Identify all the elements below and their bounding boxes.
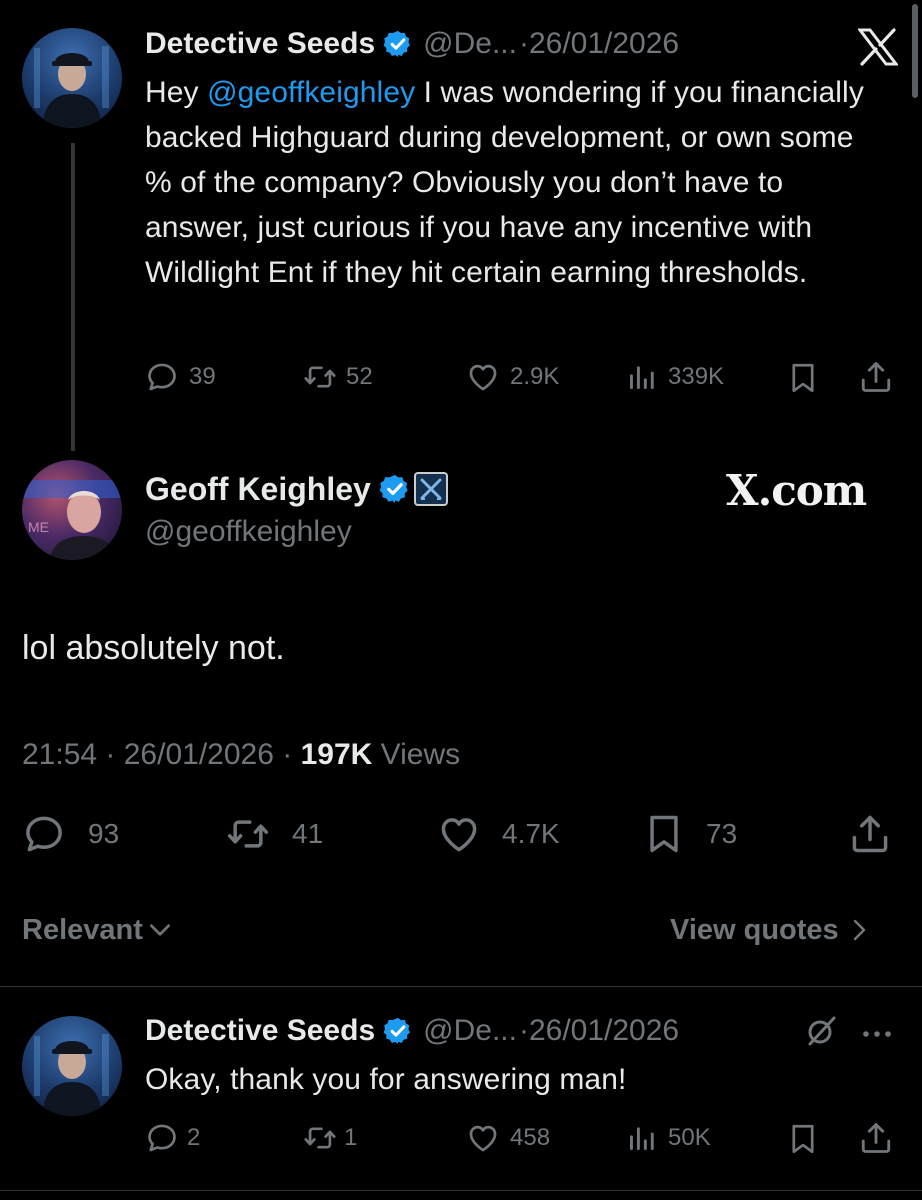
views-button[interactable]: 339K xyxy=(626,360,724,394)
chevron-right-icon xyxy=(853,919,865,941)
handle[interactable]: @De... xyxy=(423,1014,517,1048)
svg-text:ME: ME xyxy=(28,519,49,535)
bookmark-count: 73 xyxy=(706,818,738,849)
meta-separator: · xyxy=(97,738,124,771)
like-icon xyxy=(466,360,500,394)
bookmark-button[interactable] xyxy=(786,1121,820,1157)
divider xyxy=(0,1190,922,1191)
reply-icon xyxy=(145,360,179,394)
avatar[interactable] xyxy=(22,28,122,128)
verified-badge-icon xyxy=(383,1016,413,1046)
chevron-down-icon xyxy=(149,924,170,936)
timestamp[interactable]: 26/01/2026 xyxy=(529,1014,679,1048)
like-count: 4.7K xyxy=(502,818,560,849)
sort-label: Relevant xyxy=(22,914,143,946)
share-button[interactable] xyxy=(858,1119,894,1157)
like-count: 458 xyxy=(510,1124,551,1151)
tweet-text: lol absolutely not. xyxy=(22,629,285,667)
affiliate-badge-icon[interactable] xyxy=(413,472,448,506)
tweet-header: Detective Seeds @De... · 26/01/2026 xyxy=(145,24,679,64)
reply-text: Okay, thank you for answering man! xyxy=(145,1063,627,1096)
author-row: Geoff Keighley xyxy=(145,468,448,510)
thread-line xyxy=(71,143,75,451)
reply-header: Detective Seeds @De... · 26/01/2026 xyxy=(145,1010,679,1052)
repost-count: 1 xyxy=(344,1124,358,1151)
reply-count: 2 xyxy=(187,1124,201,1151)
separator: · xyxy=(518,1014,529,1047)
bookmark-button[interactable] xyxy=(786,360,820,396)
like-count: 2.9K xyxy=(510,363,560,390)
reply-button[interactable]: 2 xyxy=(145,1121,200,1155)
tweet-text: Hey @geoffkeighley I was wondering if yo… xyxy=(145,70,885,295)
like-icon xyxy=(436,812,482,856)
share-button[interactable] xyxy=(848,810,892,858)
verified-badge-icon xyxy=(383,29,413,59)
avatar[interactable] xyxy=(22,1016,122,1116)
timestamp[interactable]: 26/01/2026 xyxy=(529,27,679,61)
display-name[interactable]: Detective Seeds xyxy=(145,27,375,61)
views-count: 339K xyxy=(668,363,725,390)
views-icon xyxy=(626,360,658,394)
view-quotes-link[interactable]: View quotes xyxy=(670,910,871,950)
repost-button[interactable]: 1 xyxy=(302,1121,357,1155)
tweet-time[interactable]: 21:54 xyxy=(22,738,97,771)
views-icon xyxy=(626,1121,658,1155)
repost-button[interactable]: 41 xyxy=(224,812,323,856)
view-count[interactable]: 197K xyxy=(301,738,373,771)
grok-icon[interactable] xyxy=(804,1014,838,1048)
verified-badge-icon xyxy=(379,473,411,505)
repost-count: 52 xyxy=(346,363,373,390)
reply-button[interactable]: 93 xyxy=(22,812,119,856)
reply-button[interactable]: 39 xyxy=(145,360,216,394)
bookmark-icon xyxy=(642,810,686,858)
sort-dropdown[interactable]: Relevant xyxy=(22,910,173,950)
share-icon xyxy=(848,810,892,858)
tweet-date[interactable]: 26/01/2026 xyxy=(124,738,274,771)
repost-count: 41 xyxy=(292,818,324,849)
mention-link[interactable]: @geoffkeighley xyxy=(207,76,415,109)
meta-separator: · xyxy=(273,738,301,771)
more-icon[interactable] xyxy=(862,1026,892,1037)
share-button[interactable] xyxy=(858,358,894,396)
bookmark-icon xyxy=(786,360,820,396)
reply-count: 93 xyxy=(88,818,120,849)
brand-watermark: X.com xyxy=(726,466,867,515)
views-label: Views xyxy=(372,738,461,771)
reply-count: 39 xyxy=(189,363,216,390)
like-button[interactable]: 458 xyxy=(466,1121,550,1155)
scrollbar[interactable] xyxy=(912,4,918,98)
views-button[interactable]: 50K xyxy=(626,1121,711,1155)
handle[interactable]: @De... xyxy=(423,27,517,61)
author-handle[interactable]: @geoffkeighley xyxy=(145,512,352,552)
divider xyxy=(0,986,922,987)
separator: · xyxy=(518,27,529,60)
like-icon xyxy=(466,1121,500,1155)
reply-icon xyxy=(145,1121,179,1155)
share-icon xyxy=(858,358,894,396)
repost-icon xyxy=(302,360,338,394)
view-quotes-label: View quotes xyxy=(670,914,839,946)
repost-icon xyxy=(302,1121,338,1155)
bookmark-button[interactable]: 73 xyxy=(642,810,737,858)
share-icon xyxy=(858,1119,894,1157)
reply-icon xyxy=(22,812,66,856)
like-button[interactable]: 2.9K xyxy=(466,360,559,394)
display-name[interactable]: Detective Seeds xyxy=(145,1014,375,1048)
tweet-meta: 21:54 · 26/01/2026 · 197K Views xyxy=(22,735,460,775)
like-button[interactable]: 4.7K xyxy=(436,812,560,856)
views-count: 50K xyxy=(668,1124,711,1151)
tweet-text-prefix: Hey xyxy=(145,76,208,109)
bookmark-icon xyxy=(786,1121,820,1157)
display-name[interactable]: Geoff Keighley xyxy=(145,471,371,508)
avatar[interactable]: ME xyxy=(22,460,122,560)
x-logo-icon[interactable] xyxy=(856,28,900,66)
repost-icon xyxy=(224,812,272,856)
repost-button[interactable]: 52 xyxy=(302,360,373,394)
